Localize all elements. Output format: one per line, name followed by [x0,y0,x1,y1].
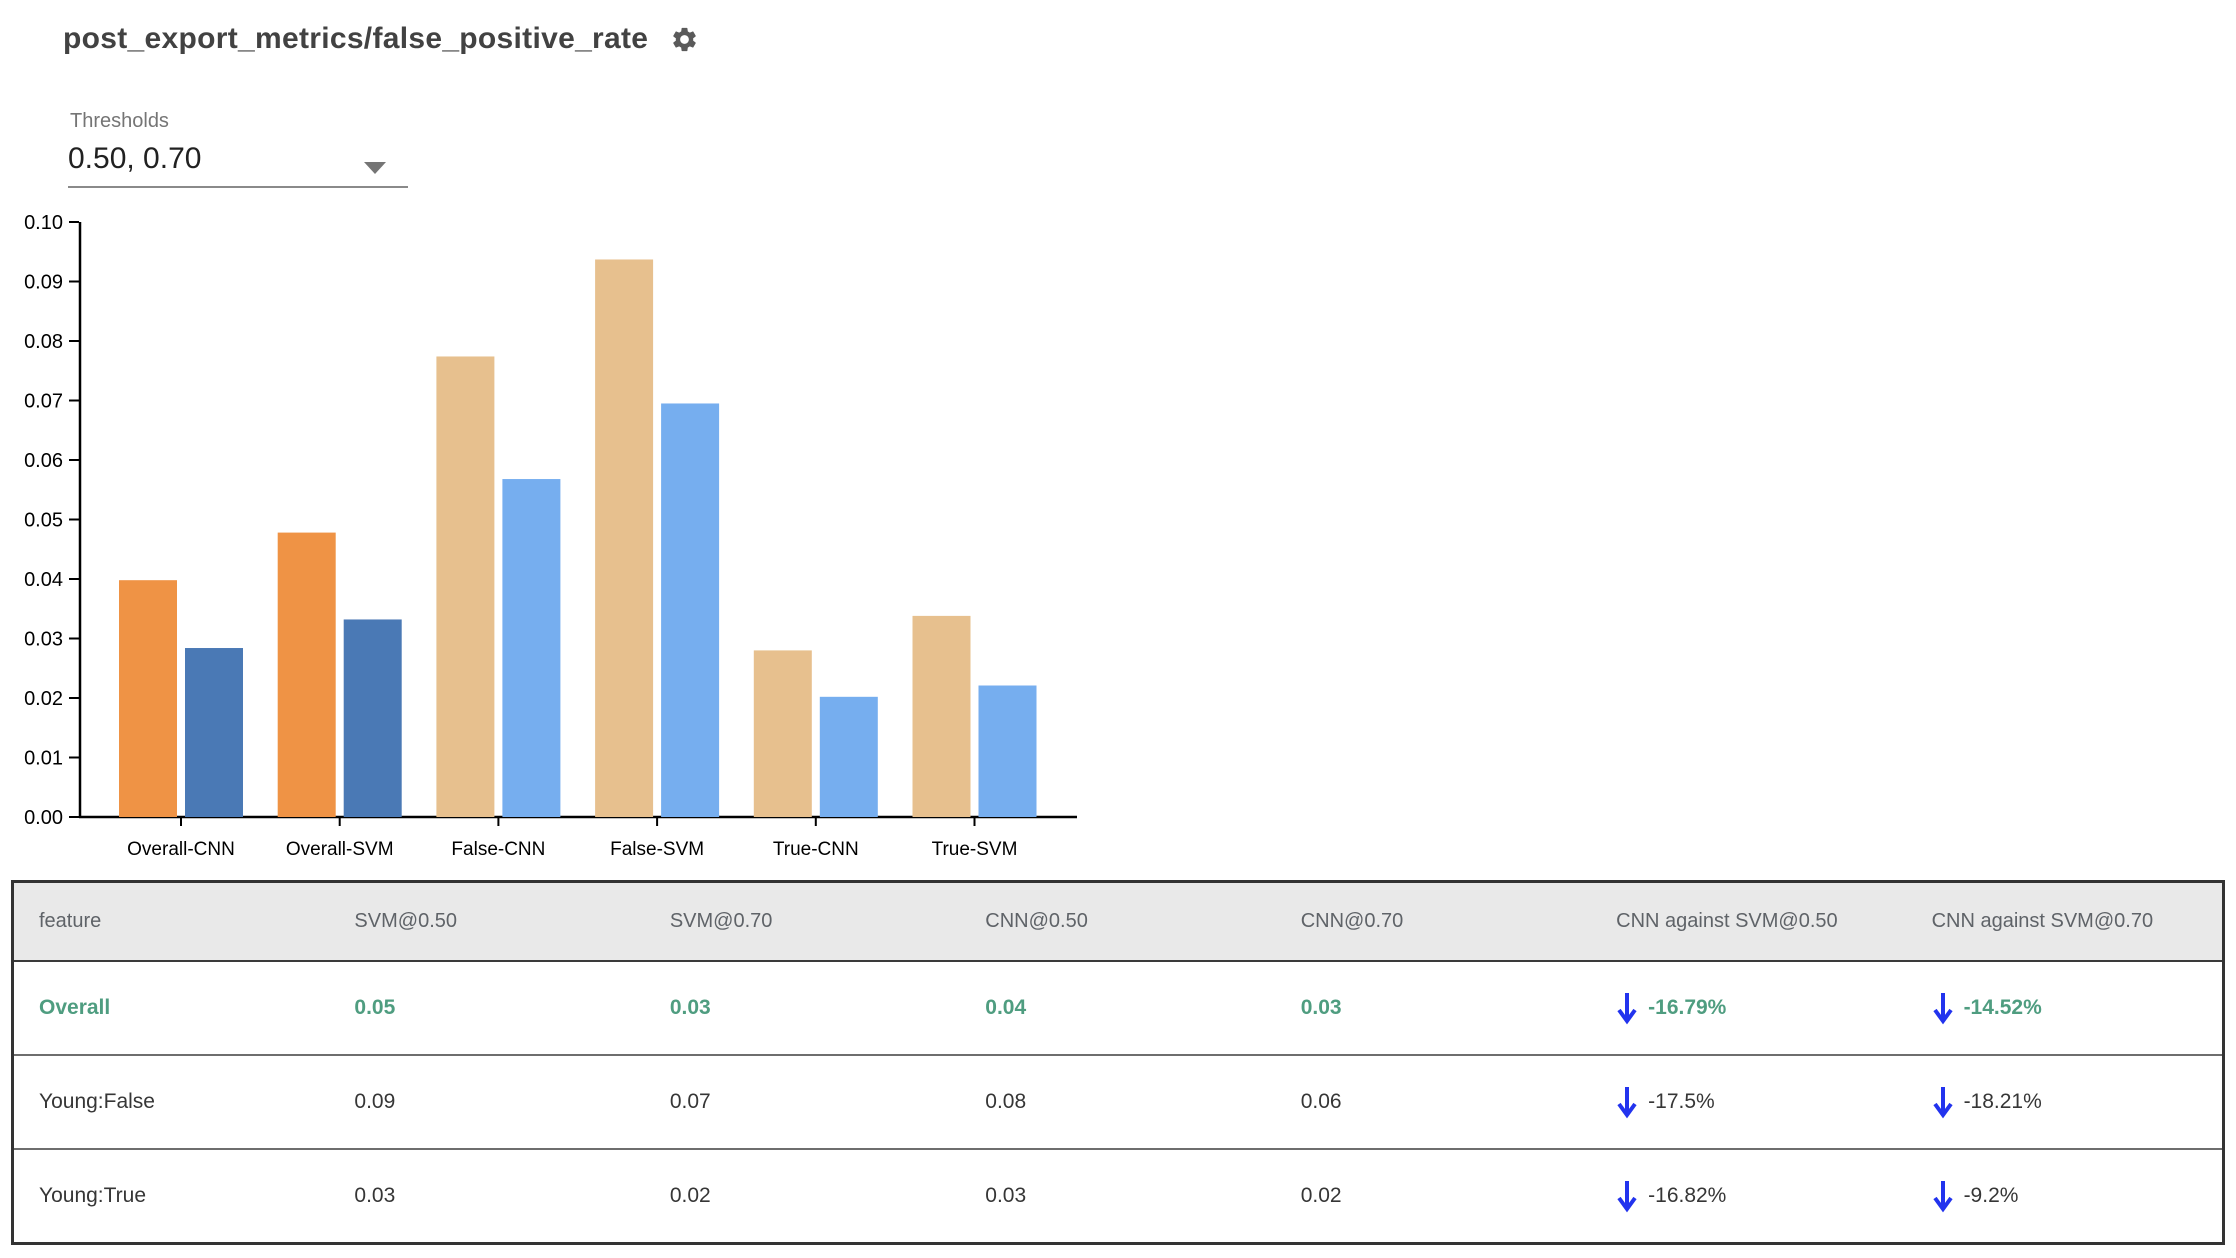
metrics-table: feature SVM@0.50 SVM@0.70 CNN@0.50 CNN@0… [11,880,2225,1245]
col-header-cnn-vs-svm-070: CNN against SVM@0.70 [1931,910,2154,932]
col-header-cnn-070: CNN@0.70 [1300,910,1404,932]
down-arrow-icon [1617,1181,1637,1213]
cell-delta-050: -17.5% [1591,1085,1906,1119]
down-arrow-icon [1932,1087,1953,1119]
col-header-cnn-vs-svm-050: CNN against SVM@0.50 [1616,910,1838,932]
cell-delta-050: -16.79% [1591,991,1906,1025]
svg-text:0.03: 0.03 [24,629,63,651]
svg-text:Overall-CNN: Overall-CNN [127,839,235,860]
delta-value: -14.52% [1963,996,2042,1019]
bar-False-CNN-threshold-0.70 [502,479,561,817]
cell-delta-070: -18.21% [1907,1085,2222,1119]
svg-text:False-SVM: False-SVM [610,839,704,860]
cell-feature: Overall [39,996,111,1019]
svg-text:0.08: 0.08 [24,331,63,353]
false-positive-rate-bar-chart: 0.00 0.01 0.02 0.03 0.04 0.05 0.06 0.07 0.08 0.09… [24,212,1077,860]
thresholds-value[interactable]: 0.50, 0.70 [68,142,408,176]
bar-False-CNN-threshold-0.50 [436,356,495,817]
page-title: post_export_metrics/false_positive_rate [63,22,649,55]
bar-True-SVM-threshold-0.70 [978,685,1037,817]
svg-text:True-SVM: True-SVM [932,839,1018,860]
svg-text:0.07: 0.07 [24,391,63,413]
cell-cnn-070: 0.03 [1300,996,1342,1019]
page-header: post_export_metrics/false_positive_rate [63,22,699,56]
gear-icon[interactable] [670,25,699,54]
cell-feature: Young:True [39,1184,147,1207]
col-header-svm-050: SVM@0.50 [354,910,457,932]
delta-value: -18.21% [1963,1090,2042,1113]
thresholds-label: Thresholds [70,110,169,132]
cell-cnn-050: 0.03 [985,1184,1027,1207]
cell-svm-050: 0.09 [354,1090,396,1113]
cell-svm-070: 0.03 [669,996,711,1019]
col-header-svm-070: SVM@0.70 [669,910,773,932]
delta-value: -16.79% [1648,996,1727,1019]
thresholds-underline [68,186,408,188]
cell-delta-050: -16.82% [1591,1179,1906,1213]
bar-Overall-SVM-threshold-0.70 [343,619,402,817]
table-header-row: feature SVM@0.50 SVM@0.70 CNN@0.50 CNN@0… [14,883,2222,962]
col-header-feature: feature [39,910,102,932]
cell-delta-070: -14.52% [1907,991,2222,1025]
down-arrow-icon [1617,993,1637,1025]
col-header-cnn-050: CNN@0.50 [985,910,1088,932]
bar-Overall-CNN-threshold-0.50 [119,580,177,817]
cell-svm-070: 0.02 [669,1184,711,1207]
bar-Overall-SVM-threshold-0.50 [277,532,336,817]
delta-value: -9.2% [1963,1184,2019,1207]
cell-svm-050: 0.05 [354,996,396,1019]
cell-delta-070: -9.2% [1907,1179,2222,1213]
bar-False-SVM-threshold-0.50 [595,259,654,817]
svg-text:0.06: 0.06 [24,450,63,472]
cell-cnn-050: 0.04 [985,996,1027,1019]
svg-text:0.02: 0.02 [24,688,63,710]
svg-text:0.10: 0.10 [24,212,63,234]
bar-True-SVM-threshold-0.50 [912,615,971,817]
table-row-overall: Overall 0.05 0.03 0.04 0.03 -16.79% -14.… [14,962,2222,1056]
cell-svm-050: 0.03 [354,1184,396,1207]
table-row-young-false: Young:False 0.09 0.07 0.08 0.06 -17.5% -… [14,1056,2222,1150]
table-row-young-true: Young:True 0.03 0.02 0.03 0.02 -16.82% -… [14,1150,2222,1242]
down-arrow-icon [1932,1181,1953,1213]
svg-text:0.01: 0.01 [24,748,63,770]
bar-True-CNN-threshold-0.50 [753,650,812,817]
svg-text:0.04: 0.04 [24,569,63,591]
cell-cnn-070: 0.06 [1300,1090,1342,1113]
bar-True-CNN-threshold-0.70 [819,696,878,817]
bar-Overall-CNN-threshold-0.70 [185,648,243,817]
svg-text:0.05: 0.05 [24,510,63,532]
down-arrow-icon [1932,993,1953,1025]
svg-text:0.09: 0.09 [24,272,63,294]
svg-text:True-CNN: True-CNN [773,839,859,860]
delta-value: -16.82% [1648,1184,1727,1207]
svg-text:Overall-SVM: Overall-SVM [286,839,394,860]
svg-text:0.00: 0.00 [24,807,63,829]
cell-cnn-050: 0.08 [985,1090,1027,1113]
down-arrow-icon [1617,1087,1637,1119]
delta-value: -17.5% [1648,1090,1715,1113]
cell-svm-070: 0.07 [669,1090,711,1113]
bar-False-SVM-threshold-0.70 [661,403,720,817]
chevron-down-icon[interactable] [364,162,386,174]
cell-feature: Young:False [39,1090,155,1113]
cell-cnn-070: 0.02 [1300,1184,1342,1207]
svg-text:False-CNN: False-CNN [451,839,545,860]
thresholds-select[interactable]: Thresholds 0.50, 0.70 [68,110,408,188]
